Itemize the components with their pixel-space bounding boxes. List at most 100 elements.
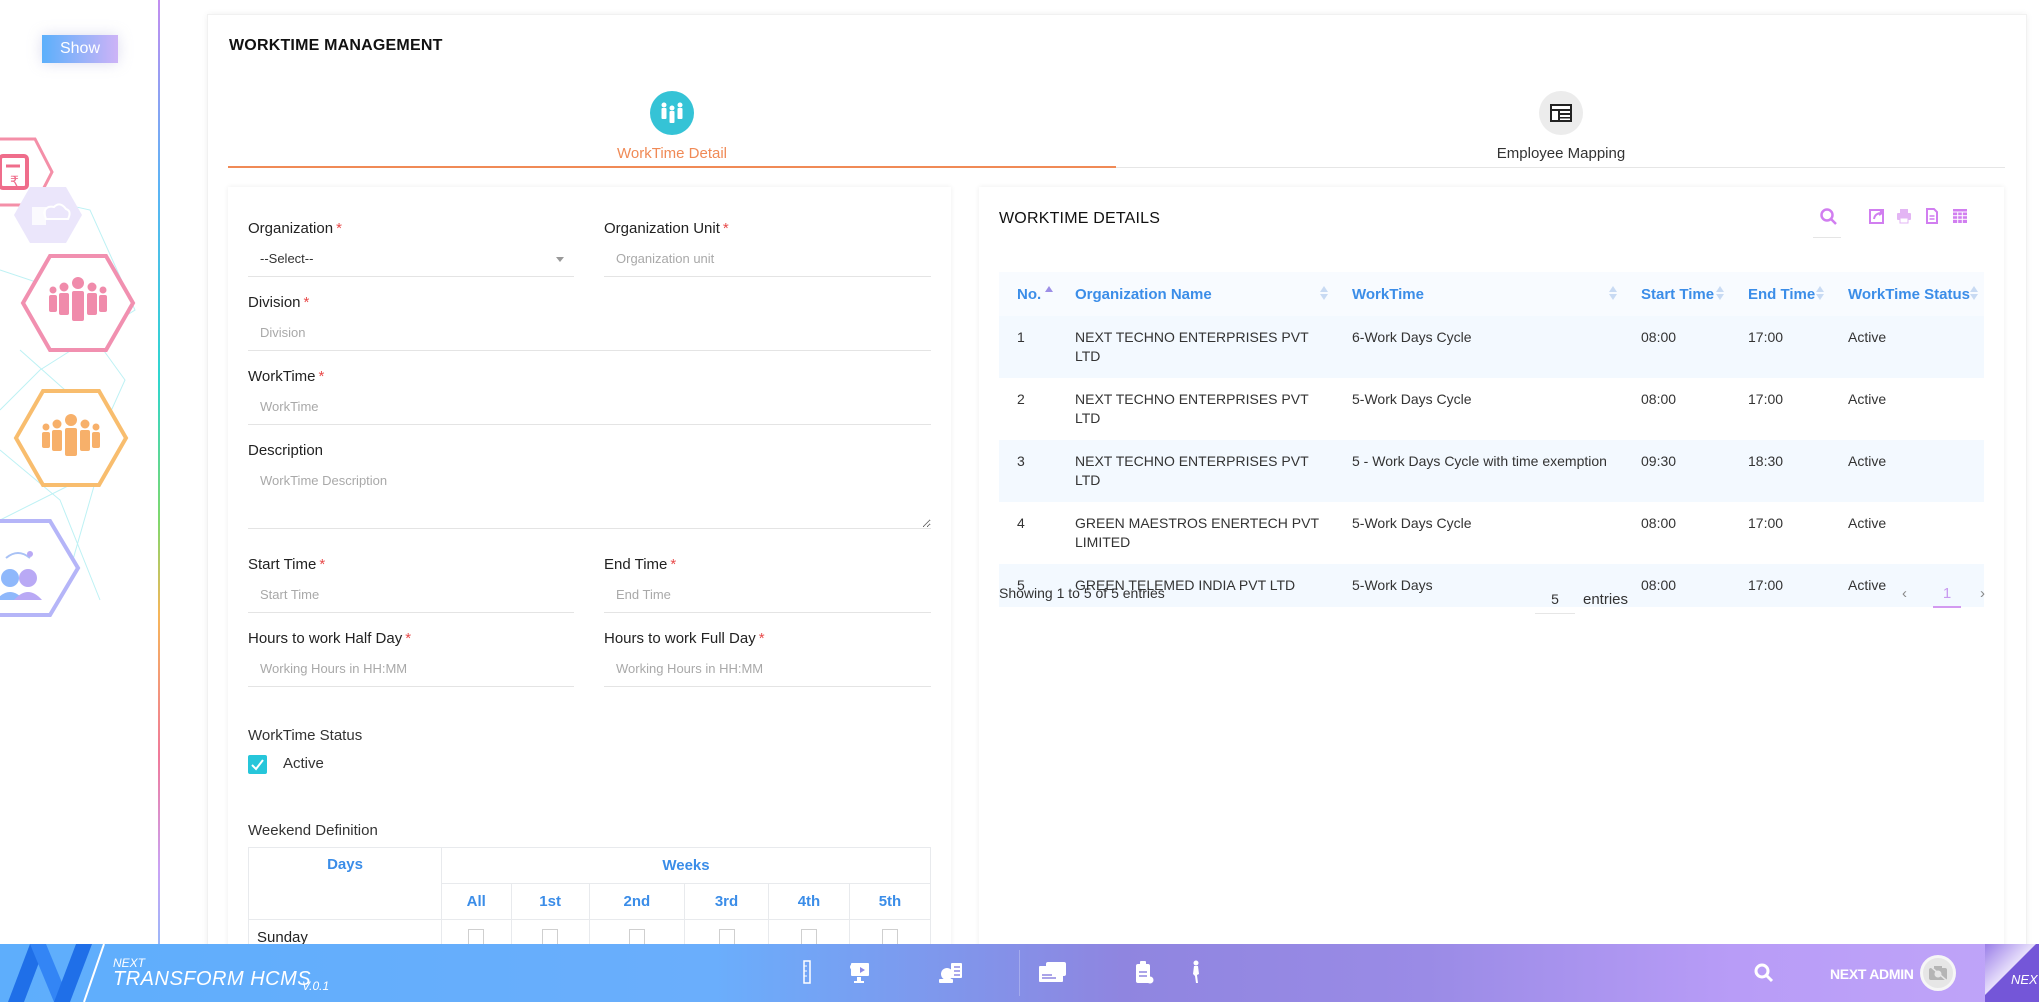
required-mark: *	[722, 220, 729, 237]
print-icon[interactable]	[1895, 207, 1915, 227]
cell-start-time: 09:30	[1641, 453, 1677, 469]
cell-end-time: 18:30	[1748, 453, 1784, 469]
worktime-input[interactable]	[248, 393, 931, 425]
previous-page-button[interactable]: ‹	[1902, 585, 1907, 602]
cell-no: 3	[1017, 453, 1025, 469]
weekend-definition-table: Days Weeks All 1st 2nd 3rd 4th 5th Sunda…	[248, 847, 932, 956]
tab-bar: WorkTime Detail Employee Mapping	[228, 75, 2005, 168]
division-input[interactable]	[248, 319, 931, 351]
global-search-icon[interactable]	[1753, 962, 1775, 984]
column-header-worktime[interactable]: WorkTime	[1334, 272, 1623, 316]
cell-status: Active	[1848, 391, 1887, 407]
show-button[interactable]: Show	[42, 35, 118, 63]
start-time-input[interactable]	[248, 581, 574, 613]
organization-select[interactable]: --Select--	[248, 245, 574, 277]
column-header-no[interactable]: No.	[999, 272, 1057, 316]
full-day-hours-input[interactable]	[604, 655, 931, 687]
report-clipboard-icon[interactable]	[1133, 958, 1155, 986]
cell-status: Active	[1848, 329, 1887, 345]
cell-no: 4	[1017, 515, 1025, 531]
week-col-3rd: 3rd	[684, 883, 769, 920]
end-time-input[interactable]	[604, 581, 931, 613]
days-header: Days	[248, 847, 442, 920]
cell-start-time: 08:00	[1641, 577, 1677, 593]
check-icon	[251, 759, 264, 771]
table-row[interactable]: 4 GREEN MAESTROS ENERTECH PVT LIMITED 5-Wo…	[999, 502, 1984, 564]
organization-field: Organization * --Select--	[248, 220, 574, 277]
description-label: Description	[248, 442, 324, 459]
export-icon[interactable]	[1868, 207, 1888, 227]
cell-status: Active	[1848, 453, 1887, 469]
cell-start-time: 08:00	[1641, 515, 1677, 531]
cell-organization-name: NEXT TECHNO ENTERPRISES PVT LTD	[1075, 453, 1309, 488]
organization-label: Organization	[248, 220, 334, 237]
corner-next-button[interactable]: NEXT	[1985, 944, 2039, 1002]
page-length-select[interactable]	[1535, 587, 1575, 614]
next-logo-icon[interactable]	[0, 943, 110, 1003]
cell-start-time: 08:00	[1641, 391, 1677, 407]
table-row[interactable]: 1 NEXT TECHNO ENTERPRISES PVT LTD 6-Work D…	[999, 316, 1984, 378]
team-orange-icon[interactable]	[13, 388, 129, 488]
table-info: Showing 1 to 5 of 5 entries	[999, 585, 1165, 601]
table-row[interactable]: 2 NEXT TECHNO ENTERPRISES PVT LTD 5-Work D…	[999, 378, 1984, 440]
page-1-button[interactable]: 1	[1933, 585, 1961, 608]
active-checkbox[interactable]	[248, 755, 267, 774]
employee-exchange-icon[interactable]	[0, 518, 82, 618]
search-icon[interactable]	[1819, 207, 1839, 227]
id-card-icon[interactable]	[1038, 958, 1068, 986]
week-col-5th: 5th	[848, 883, 932, 920]
sort-icon	[1970, 286, 1978, 302]
people-icon	[650, 91, 694, 135]
team-pink-icon[interactable]	[20, 253, 136, 353]
search-underline	[1813, 237, 1841, 238]
description-textarea[interactable]	[248, 467, 931, 529]
cell-start-time: 08:00	[1641, 329, 1677, 345]
week-col-all: All	[441, 883, 512, 920]
user-name[interactable]: NEXT ADMIN	[1830, 966, 1914, 982]
column-header-start-time[interactable]: Start Time	[1623, 272, 1730, 316]
week-col-4th: 4th	[767, 883, 850, 920]
next-page-button[interactable]: ›	[1980, 585, 1985, 602]
chevron-down-icon	[556, 257, 564, 262]
ruler-icon[interactable]	[801, 958, 813, 986]
person-walk-icon[interactable]	[1190, 958, 1202, 986]
required-mark: *	[670, 556, 677, 573]
description-field: Description	[248, 442, 931, 529]
payroll-settings-icon[interactable]	[937, 958, 965, 986]
required-mark: *	[336, 220, 342, 237]
document-icon[interactable]	[1923, 207, 1943, 227]
division-field: Division *	[248, 294, 931, 351]
column-header-organization-name[interactable]: Organization Name	[1057, 272, 1334, 316]
column-header-end-time[interactable]: End Time	[1730, 272, 1830, 316]
sort-icon	[1609, 286, 1617, 302]
rail-divider	[158, 0, 160, 945]
full-day-hours-label: Hours to work Full Day	[604, 630, 756, 647]
column-header-worktime-status[interactable]: WorkTime Status	[1830, 272, 1984, 316]
table-row[interactable]: 3 NEXT TECHNO ENTERPRISES PVT LTD 5 - Work…	[999, 440, 1984, 502]
sort-icon	[1816, 286, 1824, 302]
avatar[interactable]	[1920, 955, 1956, 991]
columns-icon[interactable]	[1951, 207, 1971, 227]
sort-icon	[1716, 286, 1724, 302]
end-time-field: End Time *	[604, 556, 931, 613]
tab-worktime-detail[interactable]: WorkTime Detail	[228, 75, 1116, 168]
half-day-hours-input[interactable]	[248, 655, 574, 687]
cell-no: 1	[1017, 329, 1025, 345]
worktime-label: WorkTime	[248, 368, 316, 385]
left-rail: Show ₹	[0, 0, 160, 945]
brand-name: TRANSFORM HCMS	[113, 968, 312, 990]
organization-unit-field: Organization Unit *	[604, 220, 931, 277]
required-mark: *	[405, 630, 412, 647]
required-mark: *	[758, 630, 765, 647]
cell-worktime: 5-Work Days Cycle	[1352, 391, 1472, 407]
division-label: Division	[248, 294, 301, 311]
cell-status: Active	[1848, 515, 1887, 531]
entries-label: entries	[1583, 591, 1629, 608]
tab-label: WorkTime Detail	[616, 145, 728, 162]
cell-organization-name: NEXT TECHNO ENTERPRISES PVT LTD	[1075, 329, 1309, 364]
tab-label: Employee Mapping	[1496, 145, 1626, 162]
tab-employee-mapping[interactable]: Employee Mapping	[1117, 75, 2005, 168]
organization-unit-input[interactable]	[604, 245, 931, 277]
presentation-icon[interactable]	[846, 958, 872, 986]
cell-organization-name: NEXT TECHNO ENTERPRISES PVT LTD	[1075, 391, 1309, 426]
